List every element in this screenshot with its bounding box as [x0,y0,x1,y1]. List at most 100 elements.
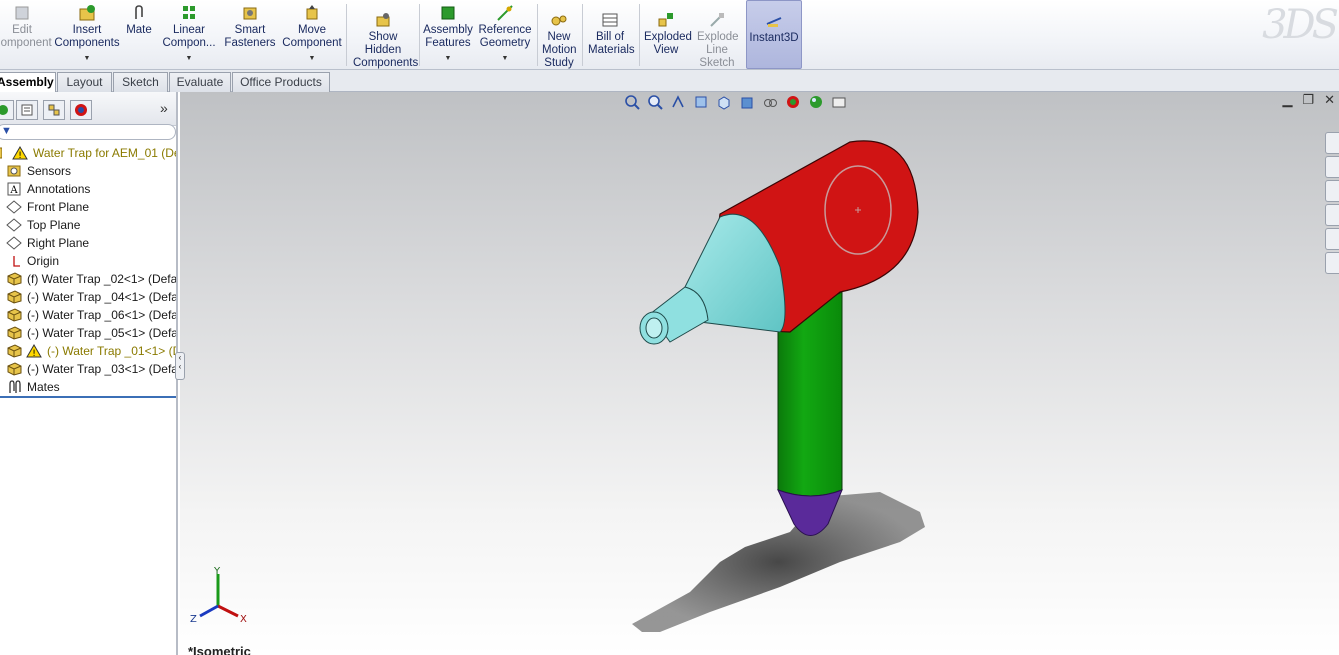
part-icon [5,361,23,377]
triad-z-label: Z [190,614,197,625]
coordinate-triad: Y X Z [190,566,247,625]
part-icon [5,343,23,359]
edit-component-button[interactable]: Edit Component [0,0,52,69]
command-tab-bar: Assembly Layout Sketch Evaluate Office P… [0,70,1339,93]
tree-item[interactable]: ! (-) Water Trap _01<1> (D [0,342,176,360]
tree-item-label: Right Plane [27,236,90,250]
tree-item-label: Top Plane [27,218,81,232]
part-icon [5,307,23,323]
view-orientation-label: *Isometric [188,644,251,655]
tree-item-label: (-) Water Trap _04<1> (Defa [27,290,176,304]
move-component-icon [302,4,322,22]
bom-icon [600,11,620,29]
ribbon-separator [537,4,538,66]
tree-item[interactable]: (-) Water Trap _05<1> (Defa [0,324,176,342]
tab-sketch[interactable]: Sketch [113,72,168,92]
motion-study-icon [549,11,569,29]
plane-icon [5,235,23,251]
insert-components-icon [77,4,97,22]
panel-collapse-handle[interactable]: ‹ ‹ [175,352,185,380]
exploded-view-button[interactable]: Exploded View [642,0,692,69]
paperclip-icon [129,4,149,22]
tree-item[interactable]: (-) Water Trap _03<1> (Defa [0,360,176,378]
tree-selection-line [0,396,176,398]
instant3d-icon [764,12,784,30]
smart-fasteners-button[interactable]: Smart Fasteners [222,0,278,69]
mates-icon [5,379,23,395]
explode-line-sketch-button[interactable]: Explode Line Sketch [694,0,740,69]
tube-hole [645,317,663,339]
explode-line-icon [707,11,727,29]
tree-item-label: (-) Water Trap _03<1> (Defa [27,362,176,376]
sensor-icon [5,163,23,179]
tree-item[interactable]: A Annotations [0,180,176,198]
tab-evaluate[interactable]: Evaluate [169,72,231,92]
assembly-features-button[interactable]: Assembly Features ▼ [422,0,474,69]
smart-fasteners-icon [240,4,260,22]
reference-geometry-icon [495,4,515,22]
plane-icon [5,199,23,215]
reference-geometry-button[interactable]: Reference Geometry ▼ [476,0,534,69]
triad-x-label: X [240,614,247,625]
tab-layout[interactable]: Layout [57,72,112,92]
tree-item-label: (-) Water Trap _06<1> (Defa [27,308,176,322]
tree-item-label: Annotations [27,182,91,196]
tree-item[interactable]: Top Plane [0,216,176,234]
insert-components-button[interactable]: Insert Components ▼ [54,0,120,69]
tree-item-mates[interactable]: Mates [0,378,176,396]
warning-icon: ! [25,343,43,359]
part-icon [5,289,23,305]
model-shadow [632,492,925,632]
annotations-icon: A [5,181,23,197]
show-hidden-components-button[interactable]: Show Hidden Components [350,0,418,69]
tree-item[interactable]: (-) Water Trap _04<1> (Defa [0,288,176,306]
ribbon-separator [346,4,347,66]
new-motion-study-button[interactable]: New Motion Study [540,0,578,69]
svg-text:A: A [9,185,18,196]
assembly-features-icon [438,4,458,22]
dropdown-arrow-icon[interactable]: ▼ [309,52,316,65]
show-hidden-icon [373,11,393,29]
tree-item-label: (-) Water Trap _01<1> (D [47,344,176,358]
exploded-view-icon [656,11,676,29]
triad-y-label: Y [213,566,221,577]
tree-item[interactable]: Front Plane [0,198,176,216]
tree-item[interactable]: Origin [0,252,176,270]
mate-button[interactable]: Mate [122,0,156,69]
dropdown-arrow-icon[interactable]: ▼ [502,52,509,65]
tree-item[interactable]: Right Plane [0,234,176,252]
ribbon-separator [639,4,640,66]
ribbon-separator [419,4,420,66]
tree-item-label: (-) Water Trap _05<1> (Defa [27,326,176,340]
part-icon [5,271,23,287]
tree-item-label: Front Plane [27,200,90,214]
linear-pattern-icon [179,4,199,22]
feature-tree: Sensors A Annotations Front Plane Top Plane R… [0,92,176,632]
tree-item[interactable]: (-) Water Trap _06<1> (Defa [0,306,176,324]
edit-component-icon [12,4,32,22]
dropdown-arrow-icon[interactable]: ▼ [186,52,193,65]
instant3d-button[interactable]: Instant3D [746,0,802,69]
tree-item-label: Origin [27,254,60,268]
command-manager-ribbon: Edit Component Insert Components ▼ Mate … [0,0,1339,70]
tree-item[interactable]: (f) Water Trap _02<1> (Defa [0,270,176,288]
assembly-model[interactable] [180,92,1339,655]
ribbon-separator [582,4,583,66]
part-icon [5,325,23,341]
tab-office-products[interactable]: Office Products [232,72,330,92]
svg-text:!: ! [32,349,36,358]
bill-of-materials-button[interactable]: Bill of Materials [585,0,635,69]
tab-assembly[interactable]: Assembly [0,72,56,93]
graphics-viewport[interactable]: ▁ ❐ ✕ Y X Z *Isometric [180,92,1339,655]
ds-logo: 3DS [1262,2,1339,48]
linear-pattern-button[interactable]: Linear Compon... ▼ [160,0,218,69]
tree-item[interactable]: Sensors [0,162,176,180]
dropdown-arrow-icon[interactable]: ▼ [84,52,91,65]
origin-icon [5,253,23,269]
tree-item-label: Mates [27,380,60,394]
tree-item-label: (f) Water Trap _02<1> (Defa [27,272,176,286]
plane-icon [5,217,23,233]
dropdown-arrow-icon[interactable]: ▼ [445,52,452,65]
tree-item-label: Sensors [27,164,72,178]
move-component-button[interactable]: Move Component ▼ [282,0,342,69]
